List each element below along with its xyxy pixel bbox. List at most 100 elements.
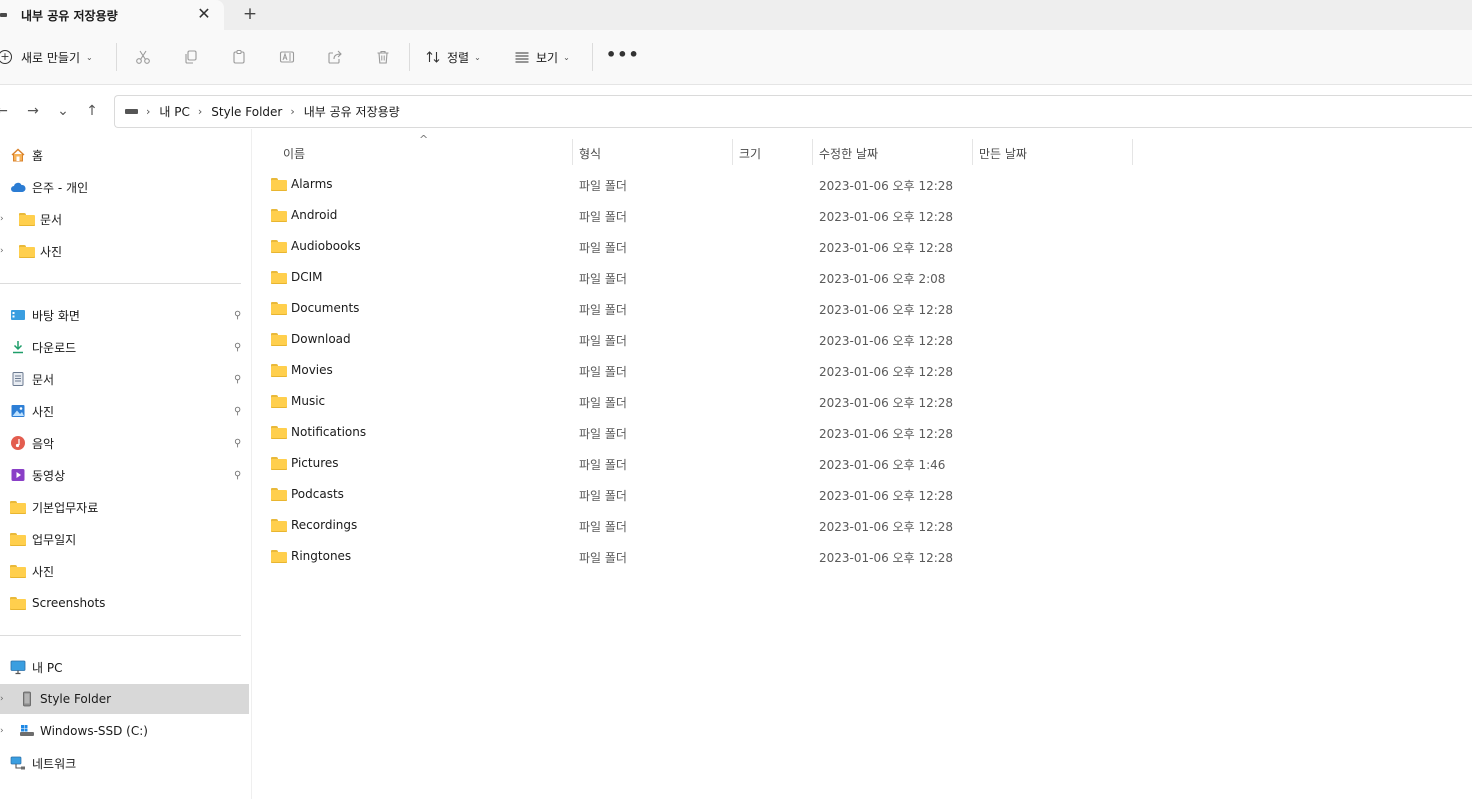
- file-modified: 2023-01-06 오후 12:28: [819, 396, 954, 410]
- breadcrumb-item[interactable]: Style Folder: [211, 105, 282, 119]
- column-resize-handle[interactable]: [972, 139, 973, 165]
- sidebar-item-folder[interactable]: 기본업무자료: [0, 492, 249, 522]
- sidebar-item-onedrive[interactable]: 은주 - 개인: [0, 172, 249, 202]
- sidebar-item-pictures-pinned[interactable]: 사진 ⚲: [0, 396, 249, 426]
- file-modified: 2023-01-06 오후 12:28: [819, 551, 954, 565]
- sidebar-item-documents[interactable]: › 문서: [0, 204, 249, 234]
- file-row[interactable]: Android 파일 폴더 2023-01-06 오후 12:28: [262, 201, 982, 232]
- sidebar-item-network[interactable]: 네트워크: [0, 748, 249, 778]
- new-item-button[interactable]: + 새로 만들기 ⌄: [0, 44, 93, 70]
- pin-icon[interactable]: ⚲: [234, 438, 241, 449]
- file-type: 파일 폴더: [579, 520, 627, 534]
- expand-chevron-icon[interactable]: ›: [0, 694, 4, 704]
- cut-button[interactable]: [132, 46, 154, 68]
- file-row[interactable]: Alarms 파일 폴더 2023-01-06 오후 12:28: [262, 170, 982, 201]
- delete-button[interactable]: [372, 46, 394, 68]
- expand-chevron-icon[interactable]: ›: [0, 726, 4, 736]
- sidebar-item-this-pc[interactable]: 내 PC: [0, 652, 249, 682]
- folder-icon: [271, 302, 287, 315]
- download-icon: [13, 341, 23, 354]
- back-button[interactable]: ←: [0, 101, 12, 121]
- folder-icon: [271, 457, 287, 470]
- column-resize-handle[interactable]: [572, 139, 573, 165]
- tab-bar: 내부 공유 저장용량 ✕ +: [0, 0, 1472, 30]
- expand-chevron-icon[interactable]: ›: [0, 246, 4, 256]
- sidebar-item-label: 업무일지: [32, 532, 77, 547]
- column-header-name[interactable]: 이름: [283, 145, 305, 169]
- toolbar-divider: [409, 43, 410, 71]
- sidebar-item-windows-ssd[interactable]: › Windows-SSD (C:): [0, 716, 249, 746]
- clipboard-icon: [233, 50, 245, 64]
- file-row[interactable]: Music 파일 폴더 2023-01-06 오후 12:28: [262, 387, 982, 418]
- pin-icon[interactable]: ⚲: [234, 406, 241, 417]
- file-modified: 2023-01-06 오후 1:46: [819, 458, 946, 472]
- column-header-size[interactable]: 크기: [739, 145, 761, 169]
- breadcrumb-separator: ›: [146, 105, 151, 118]
- sidebar-item-documents-pinned[interactable]: 문서 ⚲: [0, 364, 249, 394]
- file-row[interactable]: Ringtones 파일 폴더 2023-01-06 오후 12:28: [262, 542, 982, 573]
- trash-icon: [377, 50, 389, 64]
- close-tab-icon[interactable]: ✕: [194, 3, 214, 25]
- sidebar-item-desktop[interactable]: 바탕 화면 ⚲: [0, 300, 249, 330]
- file-type: 파일 폴더: [579, 427, 627, 441]
- forward-button[interactable]: →: [23, 101, 43, 121]
- share-button[interactable]: [324, 46, 346, 68]
- file-type: 파일 폴더: [579, 489, 627, 503]
- toolbar-divider: [592, 43, 593, 71]
- tab-current[interactable]: 내부 공유 저장용량 ✕: [0, 0, 224, 30]
- sidebar-item-folder[interactable]: Screenshots: [0, 588, 249, 618]
- address-bar[interactable]: › 내 PC › Style Folder › 내부 공유 저장용량: [114, 95, 1472, 128]
- breadcrumb-item[interactable]: 내부 공유 저장용량: [304, 103, 400, 120]
- file-row[interactable]: Movies 파일 폴더 2023-01-06 오후 12:28: [262, 356, 982, 387]
- sort-button[interactable]: 정렬 ⌄: [425, 46, 481, 68]
- file-modified: 2023-01-06 오후 12:28: [819, 520, 954, 534]
- paste-button[interactable]: [228, 46, 250, 68]
- up-button[interactable]: ↑: [82, 101, 102, 121]
- copy-button[interactable]: [180, 46, 202, 68]
- sidebar-item-folder[interactable]: 업무일지: [0, 524, 249, 554]
- column-resize-handle[interactable]: [1132, 139, 1133, 165]
- view-button[interactable]: 보기 ⌄: [514, 46, 570, 68]
- folder-icon: [10, 533, 26, 549]
- file-modified: 2023-01-06 오후 12:28: [819, 179, 954, 193]
- pin-icon[interactable]: ⚲: [234, 342, 241, 353]
- sidebar-item-videos[interactable]: 동영상 ⚲: [0, 460, 249, 490]
- file-row[interactable]: Podcasts 파일 폴더 2023-01-06 오후 12:28: [262, 480, 982, 511]
- file-row[interactable]: DCIM 파일 폴더 2023-01-06 오후 2:08: [262, 263, 982, 294]
- rename-button[interactable]: [276, 46, 298, 68]
- new-tab-button[interactable]: +: [238, 3, 262, 25]
- pin-icon[interactable]: ⚲: [234, 310, 241, 321]
- more-options-icon[interactable]: •••: [606, 46, 639, 68]
- scissors-icon: [136, 50, 150, 64]
- sidebar-item-music[interactable]: 음악 ⚲: [0, 428, 249, 458]
- expand-chevron-icon[interactable]: ›: [0, 214, 4, 224]
- breadcrumb-item[interactable]: 내 PC: [159, 103, 189, 120]
- column-header-created[interactable]: 만든 날짜: [979, 145, 1027, 169]
- sidebar-item-home[interactable]: 홈: [0, 140, 249, 170]
- folder-icon: [271, 209, 287, 222]
- file-row[interactable]: Pictures 파일 폴더 2023-01-06 오후 1:46: [262, 449, 982, 480]
- column-header-modified[interactable]: 수정한 날짜: [819, 145, 878, 169]
- file-row[interactable]: Recordings 파일 폴더 2023-01-06 오후 12:28: [262, 511, 982, 542]
- sort-icon: [426, 51, 440, 63]
- sidebar-item-style-folder[interactable]: › Style Folder: [0, 684, 249, 714]
- sidebar-item-label: 은주 - 개인: [32, 180, 89, 195]
- column-header-type[interactable]: 형식: [579, 145, 601, 169]
- sidebar-item-pictures[interactable]: › 사진: [0, 236, 249, 266]
- file-row[interactable]: Notifications 파일 폴더 2023-01-06 오후 12:28: [262, 418, 982, 449]
- sidebar-item-folder[interactable]: 사진: [0, 556, 249, 586]
- sort-label: 정렬: [447, 50, 470, 65]
- column-resize-handle[interactable]: [732, 139, 733, 165]
- sidebar-item-downloads[interactable]: 다운로드 ⚲: [0, 332, 249, 362]
- file-row[interactable]: Audiobooks 파일 폴더 2023-01-06 오후 12:28: [262, 232, 982, 263]
- recent-locations-button[interactable]: ⌄: [53, 101, 73, 121]
- toolbar-divider: [116, 43, 117, 71]
- pin-icon[interactable]: ⚲: [234, 374, 241, 385]
- folder-icon: [10, 501, 26, 517]
- pin-icon[interactable]: ⚲: [234, 470, 241, 481]
- column-resize-handle[interactable]: [812, 139, 813, 165]
- file-row[interactable]: Download 파일 폴더 2023-01-06 오후 12:28: [262, 325, 982, 356]
- sidebar-item-label: 다운로드: [32, 340, 77, 355]
- file-name: Audiobooks: [291, 239, 361, 253]
- file-row[interactable]: Documents 파일 폴더 2023-01-06 오후 12:28: [262, 294, 982, 325]
